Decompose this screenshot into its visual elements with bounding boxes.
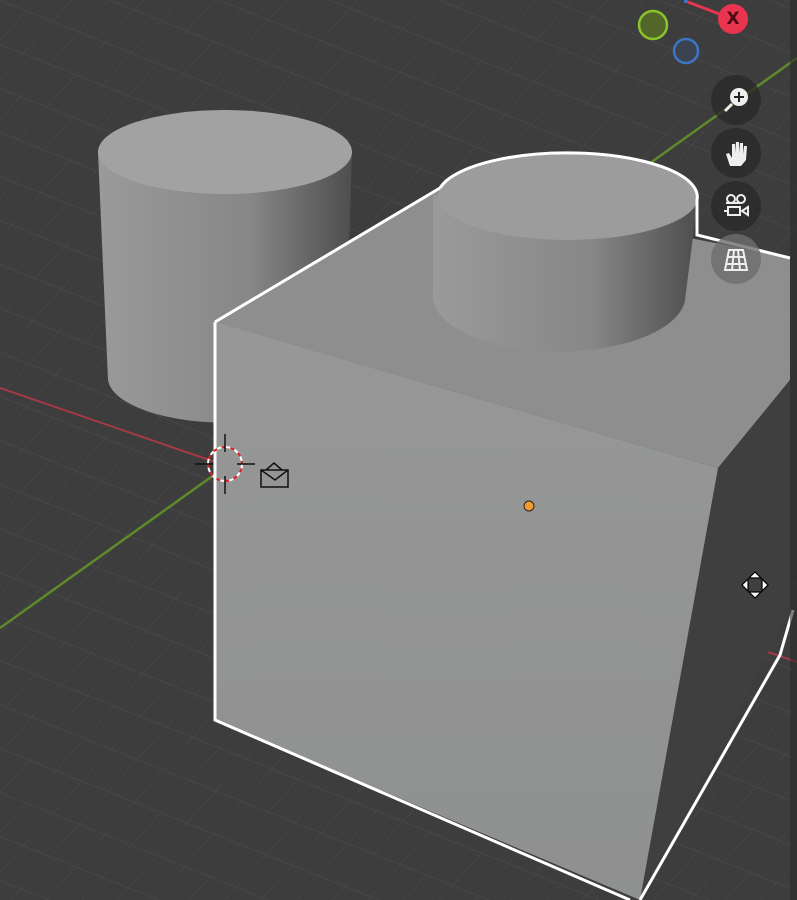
pan-button[interactable]	[711, 128, 761, 178]
grid-icon	[723, 249, 749, 271]
zoom-button[interactable]	[711, 75, 761, 125]
scene[interactable]	[0, 0, 797, 900]
3d-viewport[interactable]: X	[0, 0, 797, 900]
gizmo-x-axis[interactable]: X	[718, 4, 748, 34]
gizmo-z-axis[interactable]	[672, 37, 700, 65]
hand-icon	[726, 142, 747, 166]
camera-view-button[interactable]	[711, 181, 761, 231]
object-origin	[523, 500, 535, 512]
ortho-toggle-button[interactable]	[711, 234, 761, 284]
gizmo-y-axis[interactable]	[637, 9, 669, 41]
zoom-icon	[723, 88, 748, 113]
region-edge	[790, 0, 797, 900]
camera-icon	[724, 194, 749, 217]
